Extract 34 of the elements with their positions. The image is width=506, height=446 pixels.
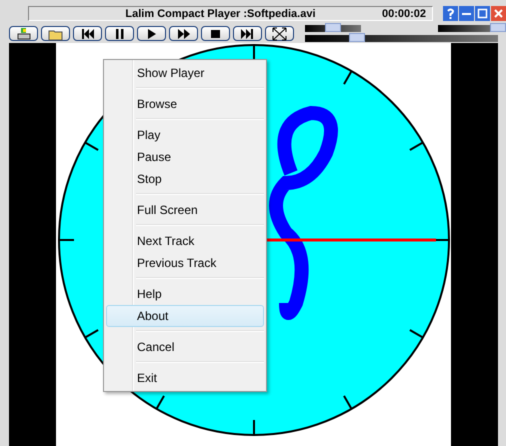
slider-thumb[interactable] xyxy=(325,23,341,32)
slider-thumb[interactable] xyxy=(349,33,366,42)
skip-forward-button[interactable] xyxy=(233,26,262,41)
folder-button[interactable] xyxy=(41,26,70,41)
pause-button[interactable] xyxy=(105,26,134,41)
window-title: Lalim Compact Player :Softpedia.avi xyxy=(124,8,317,20)
menu-item[interactable]: Show Player xyxy=(106,62,264,84)
menu-item[interactable]: Help xyxy=(106,283,264,305)
fast-forward-button[interactable] xyxy=(169,26,198,41)
help-button[interactable] xyxy=(443,6,458,21)
menu-item[interactable]: Browse xyxy=(106,93,264,115)
menu-item[interactable]: Play xyxy=(106,124,264,146)
close-button[interactable] xyxy=(491,6,506,21)
stop-button[interactable] xyxy=(201,26,230,41)
fullscreen-button[interactable] xyxy=(265,26,294,41)
maximize-button[interactable] xyxy=(475,6,490,21)
menu-item[interactable]: Previous Track xyxy=(106,252,264,274)
skip-back-button[interactable] xyxy=(73,26,102,41)
maximize-icon xyxy=(475,6,490,21)
menu-item[interactable]: Pause xyxy=(106,146,264,168)
drive-button[interactable] xyxy=(9,26,38,41)
slider-thumb[interactable] xyxy=(490,23,506,32)
menu-item[interactable]: Stop xyxy=(106,168,264,190)
time-display: 00:00:02 xyxy=(382,8,427,20)
fullscreen-icon xyxy=(271,26,288,42)
menu-item[interactable]: About xyxy=(106,305,264,327)
menu-item[interactable]: Exit xyxy=(106,367,264,389)
minimize-button[interactable] xyxy=(459,6,474,21)
menu-item[interactable]: Full Screen xyxy=(106,199,264,221)
drive-icon xyxy=(15,26,32,42)
menu-item[interactable]: Cancel xyxy=(106,336,264,358)
play-button[interactable] xyxy=(137,26,166,41)
menu-item[interactable]: Next Track xyxy=(106,230,264,252)
minimize-icon xyxy=(462,12,471,14)
